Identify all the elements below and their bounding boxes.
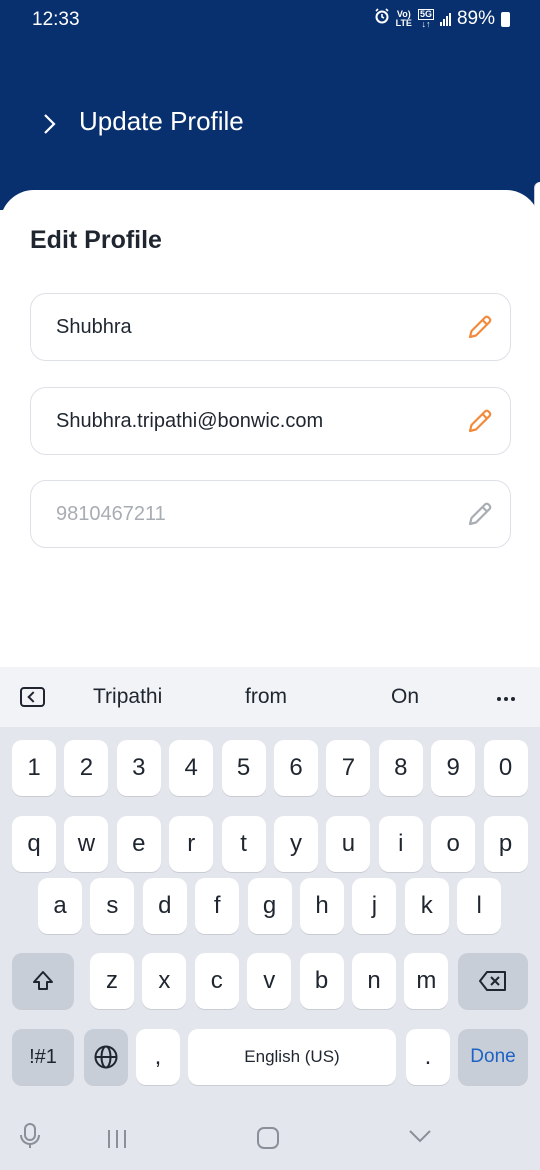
- key-3[interactable]: 3: [116, 740, 161, 796]
- key-4[interactable]: 4: [169, 740, 214, 796]
- shift-icon: [33, 971, 53, 990]
- key-7[interactable]: 7: [326, 740, 371, 796]
- volte-indicator: Vo) LTE: [395, 9, 412, 28]
- suggestion-3[interactable]: On: [391, 685, 419, 709]
- key-b[interactable]: b: [299, 953, 344, 1009]
- key-8[interactable]: 8: [378, 740, 423, 796]
- space-key[interactable]: English (US): [188, 1029, 396, 1085]
- keyboard: 1234567890 qwertyuiop asdfghjkl zxcvbnm …: [0, 727, 540, 1098]
- key-0[interactable]: 0: [483, 740, 528, 796]
- backspace-icon: [479, 971, 506, 991]
- pencil-icon[interactable]: [464, 498, 496, 530]
- key-m[interactable]: m: [404, 953, 449, 1009]
- key-s[interactable]: s: [90, 878, 135, 934]
- phone-placeholder: 9810467211: [56, 503, 166, 525]
- key-6[interactable]: 6: [274, 740, 318, 796]
- comma-key[interactable]: ,: [136, 1029, 180, 1085]
- chevron-down-icon[interactable]: [408, 1128, 432, 1144]
- done-key[interactable]: Done: [458, 1029, 528, 1085]
- key-k[interactable]: k: [404, 878, 449, 934]
- signal-icon: [439, 12, 451, 26]
- key-x[interactable]: x: [142, 953, 187, 1009]
- email-value: Shubhra.tripathi@bonwic.com: [56, 410, 324, 432]
- phone-field[interactable]: 9810467211: [30, 480, 511, 548]
- status-bar: 12:33 Vo) LTE 5G ↓↑ 89%: [0, 0, 540, 40]
- key-g[interactable]: g: [247, 878, 292, 934]
- key-v[interactable]: v: [247, 953, 292, 1009]
- key-i[interactable]: i: [378, 816, 423, 872]
- page-title: Update Profile: [79, 106, 244, 136]
- key-y[interactable]: y: [274, 816, 318, 872]
- navigation-bar: [0, 1098, 540, 1170]
- status-time: 12:33: [32, 9, 80, 30]
- key-a[interactable]: a: [38, 878, 82, 934]
- name-value: Shubhra: [56, 316, 132, 338]
- suggestion-2[interactable]: from: [245, 685, 287, 709]
- name-field[interactable]: Shubhra: [30, 293, 511, 361]
- key-q[interactable]: q: [12, 816, 56, 872]
- suggestion-bar: Tripathi from On: [0, 667, 540, 727]
- key-d[interactable]: d: [142, 878, 187, 934]
- battery-icon: [501, 11, 510, 27]
- key-u[interactable]: u: [326, 816, 371, 872]
- key-o[interactable]: o: [431, 816, 476, 872]
- battery-percent: 89%: [456, 8, 495, 29]
- app-header: Update Profile: [0, 40, 540, 210]
- backspace-key[interactable]: [458, 953, 528, 1009]
- alarm-icon: [374, 8, 390, 30]
- key-2[interactable]: 2: [64, 740, 109, 796]
- home-icon[interactable]: [256, 1126, 280, 1150]
- language-key[interactable]: [84, 1029, 128, 1085]
- edit-profile-card: Edit Profile Shubhra Shubhra.tripathi@bo…: [0, 190, 540, 670]
- globe-icon: [94, 1045, 118, 1069]
- shift-key[interactable]: [12, 953, 74, 1009]
- key-e[interactable]: e: [116, 816, 161, 872]
- more-options-icon[interactable]: [497, 697, 515, 701]
- pencil-icon[interactable]: [464, 311, 496, 343]
- key-1[interactable]: 1: [12, 740, 56, 796]
- chevron-right-icon[interactable]: [40, 112, 60, 136]
- key-5[interactable]: 5: [221, 740, 266, 796]
- key-p[interactable]: p: [483, 816, 528, 872]
- key-h[interactable]: h: [300, 878, 344, 934]
- card-title: Edit Profile: [30, 226, 162, 254]
- pencil-icon[interactable]: [464, 405, 496, 437]
- network-5g-indicator: 5G ↓↑: [417, 9, 434, 29]
- suggestion-1[interactable]: Tripathi: [93, 685, 162, 709]
- key-f[interactable]: f: [195, 878, 240, 934]
- key-w[interactable]: w: [64, 816, 109, 872]
- email-field[interactable]: Shubhra.tripathi@bonwic.com: [30, 387, 511, 455]
- key-c[interactable]: c: [194, 953, 239, 1009]
- period-key[interactable]: .: [406, 1029, 450, 1085]
- key-9[interactable]: 9: [431, 740, 476, 796]
- key-l[interactable]: l: [457, 878, 502, 934]
- key-z[interactable]: z: [90, 953, 134, 1009]
- key-j[interactable]: j: [352, 878, 397, 934]
- symbols-key[interactable]: !#1: [12, 1029, 74, 1085]
- key-n[interactable]: n: [352, 953, 396, 1009]
- status-icons: Vo) LTE 5G ↓↑ 89%: [374, 8, 510, 30]
- microphone-icon[interactable]: [19, 1122, 41, 1150]
- recent-apps-icon[interactable]: [106, 1128, 128, 1150]
- key-r[interactable]: r: [169, 816, 214, 872]
- key-t[interactable]: t: [221, 816, 266, 872]
- keyboard-toggle-icon[interactable]: [20, 687, 45, 707]
